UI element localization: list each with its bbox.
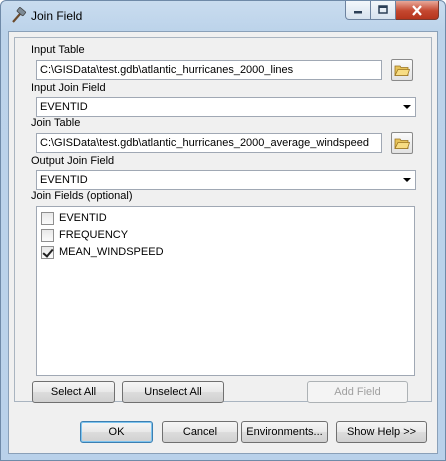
join-table-browse-button[interactable] <box>391 132 413 154</box>
join-field-dialog: Join Field Input Table C:\GISData\test.g… <box>0 0 446 461</box>
output-join-field-label: Output Join Field <box>31 155 115 167</box>
window-title: Join Field <box>31 9 83 23</box>
folder-open-icon <box>394 138 410 149</box>
cancel-button[interactable]: Cancel <box>162 421 238 443</box>
list-item-label: MEAN_WINDSPEED <box>59 246 164 258</box>
input-join-field-label: Input Join Field <box>31 82 106 94</box>
title-bar[interactable]: Join Field <box>1 1 445 31</box>
parameters-panel: Input Table C:\GISData\test.gdb\atlantic… <box>14 37 432 403</box>
caption-buttons <box>345 1 439 21</box>
join-fields-list[interactable]: EVENTID FREQUENCY MEAN_WINDSPEED <box>36 206 415 376</box>
join-fields-label: Join Fields (optional) <box>31 190 133 202</box>
output-join-field-select[interactable]: EVENTID <box>36 170 416 190</box>
list-item-eventid[interactable]: EVENTID <box>41 210 107 226</box>
chevron-down-icon <box>403 105 411 109</box>
list-item-label: FREQUENCY <box>59 229 129 241</box>
close-button[interactable] <box>396 1 439 20</box>
maximize-icon <box>378 5 388 14</box>
input-table-label: Input Table <box>31 44 85 56</box>
checkbox-checked[interactable] <box>41 245 54 259</box>
unselect-all-button[interactable]: Unselect All <box>122 381 224 403</box>
minimize-icon <box>354 11 362 14</box>
input-join-field-select[interactable]: EVENTID <box>36 97 416 117</box>
join-table-field[interactable]: C:\GISData\test.gdb\atlantic_hurricanes_… <box>36 133 382 153</box>
select-all-button[interactable]: Select All <box>32 381 115 403</box>
input-join-field-value: EVENTID <box>40 101 88 113</box>
add-field-button[interactable]: Add Field <box>307 381 408 403</box>
checkbox[interactable] <box>41 211 54 225</box>
list-item-mean-windspeed[interactable]: MEAN_WINDSPEED <box>41 244 164 260</box>
input-table-field[interactable]: C:\GISData\test.gdb\atlantic_hurricanes_… <box>36 60 382 80</box>
minimize-button[interactable] <box>345 1 371 20</box>
checkbox[interactable] <box>41 228 54 242</box>
environments-button[interactable]: Environments... <box>241 421 328 443</box>
dialog-body: Input Table C:\GISData\test.gdb\atlantic… <box>8 31 438 454</box>
list-item-label: EVENTID <box>59 212 107 224</box>
close-icon <box>412 4 422 16</box>
chevron-down-icon <box>403 178 411 182</box>
input-table-browse-button[interactable] <box>391 59 413 81</box>
output-join-field-value: EVENTID <box>40 174 88 186</box>
ok-button[interactable]: OK <box>80 421 153 443</box>
folder-open-icon <box>394 65 410 76</box>
show-help-button[interactable]: Show Help >> <box>336 421 427 443</box>
join-table-label: Join Table <box>31 117 81 129</box>
list-item-frequency[interactable]: FREQUENCY <box>41 227 128 243</box>
maximize-button[interactable] <box>371 1 396 20</box>
hammer-icon <box>9 7 27 25</box>
